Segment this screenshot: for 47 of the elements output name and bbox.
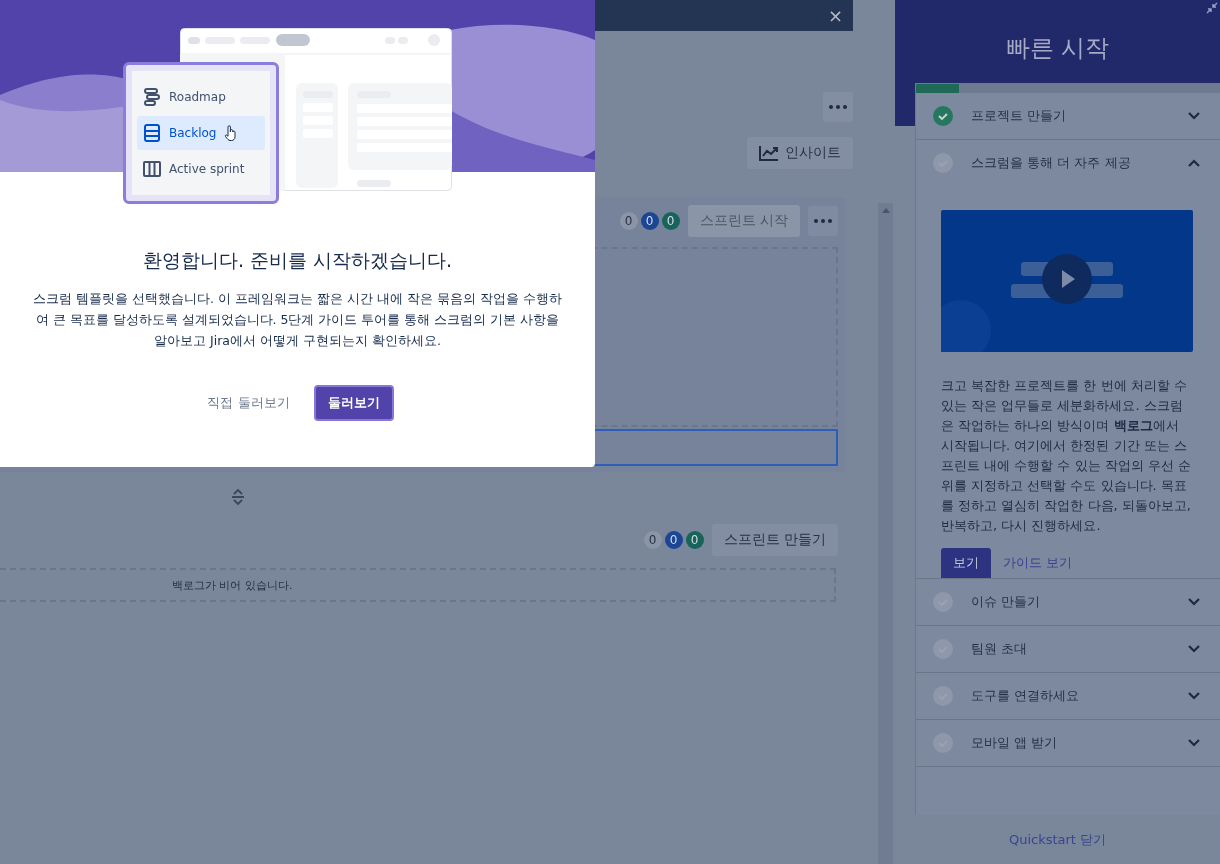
step-description: 크고 복잡한 프로젝트를 한 번에 처리할 수 있는 작은 업무들로 세분화하세요. 스크럼은 작업하는 하나의 방식이며 백로그에서 시작됩니다. 여기에서 한정된 기간 또는 스프린트 내에 수행할 수 있는 작업의 우선 순위를 지정하고 선택할 수도 있습니다. 목표를 정하고 열심히 작업한 다음, 되돌아보고, 반복하고, 다시 진행하세요. (941, 377, 1192, 535)
count-badge: 0 (685, 531, 704, 549)
checklist-item[interactable]: 이슈 만들기 (916, 579, 1220, 625)
create-sprint-button[interactable]: 스프린트 만들기 (711, 524, 838, 556)
chevron-down-icon[interactable] (1188, 598, 1200, 606)
checklist-item[interactable]: 프로젝트 만들기 (916, 93, 1220, 139)
dialog-text: 스크럼 템플릿을 선택했습니다. 이 프레임워크는 짧은 시간 내에 작은 묶음의 작업을 수행하여 큰 목표를 달성하도록 설계되었습니다. 5단계 가이드 투어를 통해 스크럼의 기본 사항을 알아보고 Jira에서 어떻게 구현되는지 확인하세요. (32, 290, 563, 350)
panel-title: 빠른 시작 (1005, 33, 1110, 64)
dialog-title: 환영합니다. 준비를 시작하겠습니다. (142, 248, 453, 273)
checklist-item[interactable]: 도구를 연결하세요 (916, 673, 1220, 719)
collapse-icon[interactable] (1206, 2, 1218, 14)
menu-item[interactable]: Roadmap (137, 80, 265, 114)
checklist-item[interactable]: 모바일 앱 받기 (916, 720, 1220, 766)
chevron-down-icon[interactable] (1188, 739, 1200, 747)
play-button[interactable] (1042, 254, 1092, 304)
count-badge: 0 (640, 212, 659, 230)
backlog-icon (143, 124, 161, 142)
more-icon (814, 219, 832, 223)
count-badge: 0 (643, 531, 662, 549)
chevron-up-icon[interactable] (1188, 159, 1200, 167)
empty-message: 백로그가 비어 있습니다. (172, 577, 293, 593)
skip-tour-button[interactable]: 직접 둘러보기 (201, 393, 296, 413)
chevron-down-icon[interactable] (1188, 692, 1200, 700)
menu-item[interactable]: Active sprint (137, 152, 265, 186)
more-icon (829, 105, 847, 109)
more-button[interactable] (808, 206, 838, 236)
hand-cursor-icon (224, 125, 238, 141)
start-tour-button[interactable]: 둘러보기 (313, 385, 394, 421)
checklist-item[interactable]: 팀원 초대 (916, 626, 1220, 672)
checklist-item[interactable]: 스크럼을 통해 더 자주 제공 (916, 140, 1220, 186)
chevron-down-icon[interactable] (1188, 645, 1200, 653)
board-icon (143, 160, 161, 178)
chart-icon (759, 145, 779, 161)
watch-button[interactable]: 보기 (941, 548, 991, 578)
drag-handle-icon[interactable] (229, 488, 247, 506)
count-badge: 0 (664, 531, 683, 549)
count-badge: 0 (619, 212, 638, 230)
menu-item[interactable]: Backlog (137, 116, 265, 150)
chevron-down-icon[interactable] (1188, 112, 1200, 120)
scrollbar[interactable] (878, 203, 893, 864)
close-button[interactable]: × (817, 5, 853, 26)
roadmap-icon (143, 88, 161, 106)
insights-button[interactable]: 인사이트 (747, 137, 853, 169)
count-badge: 0 (661, 212, 680, 230)
guide-link[interactable]: 가이드 보기 (1003, 554, 1073, 572)
close-quickstart-link[interactable]: Quickstart 닫기 (1008, 830, 1107, 849)
more-button[interactable] (823, 92, 853, 122)
